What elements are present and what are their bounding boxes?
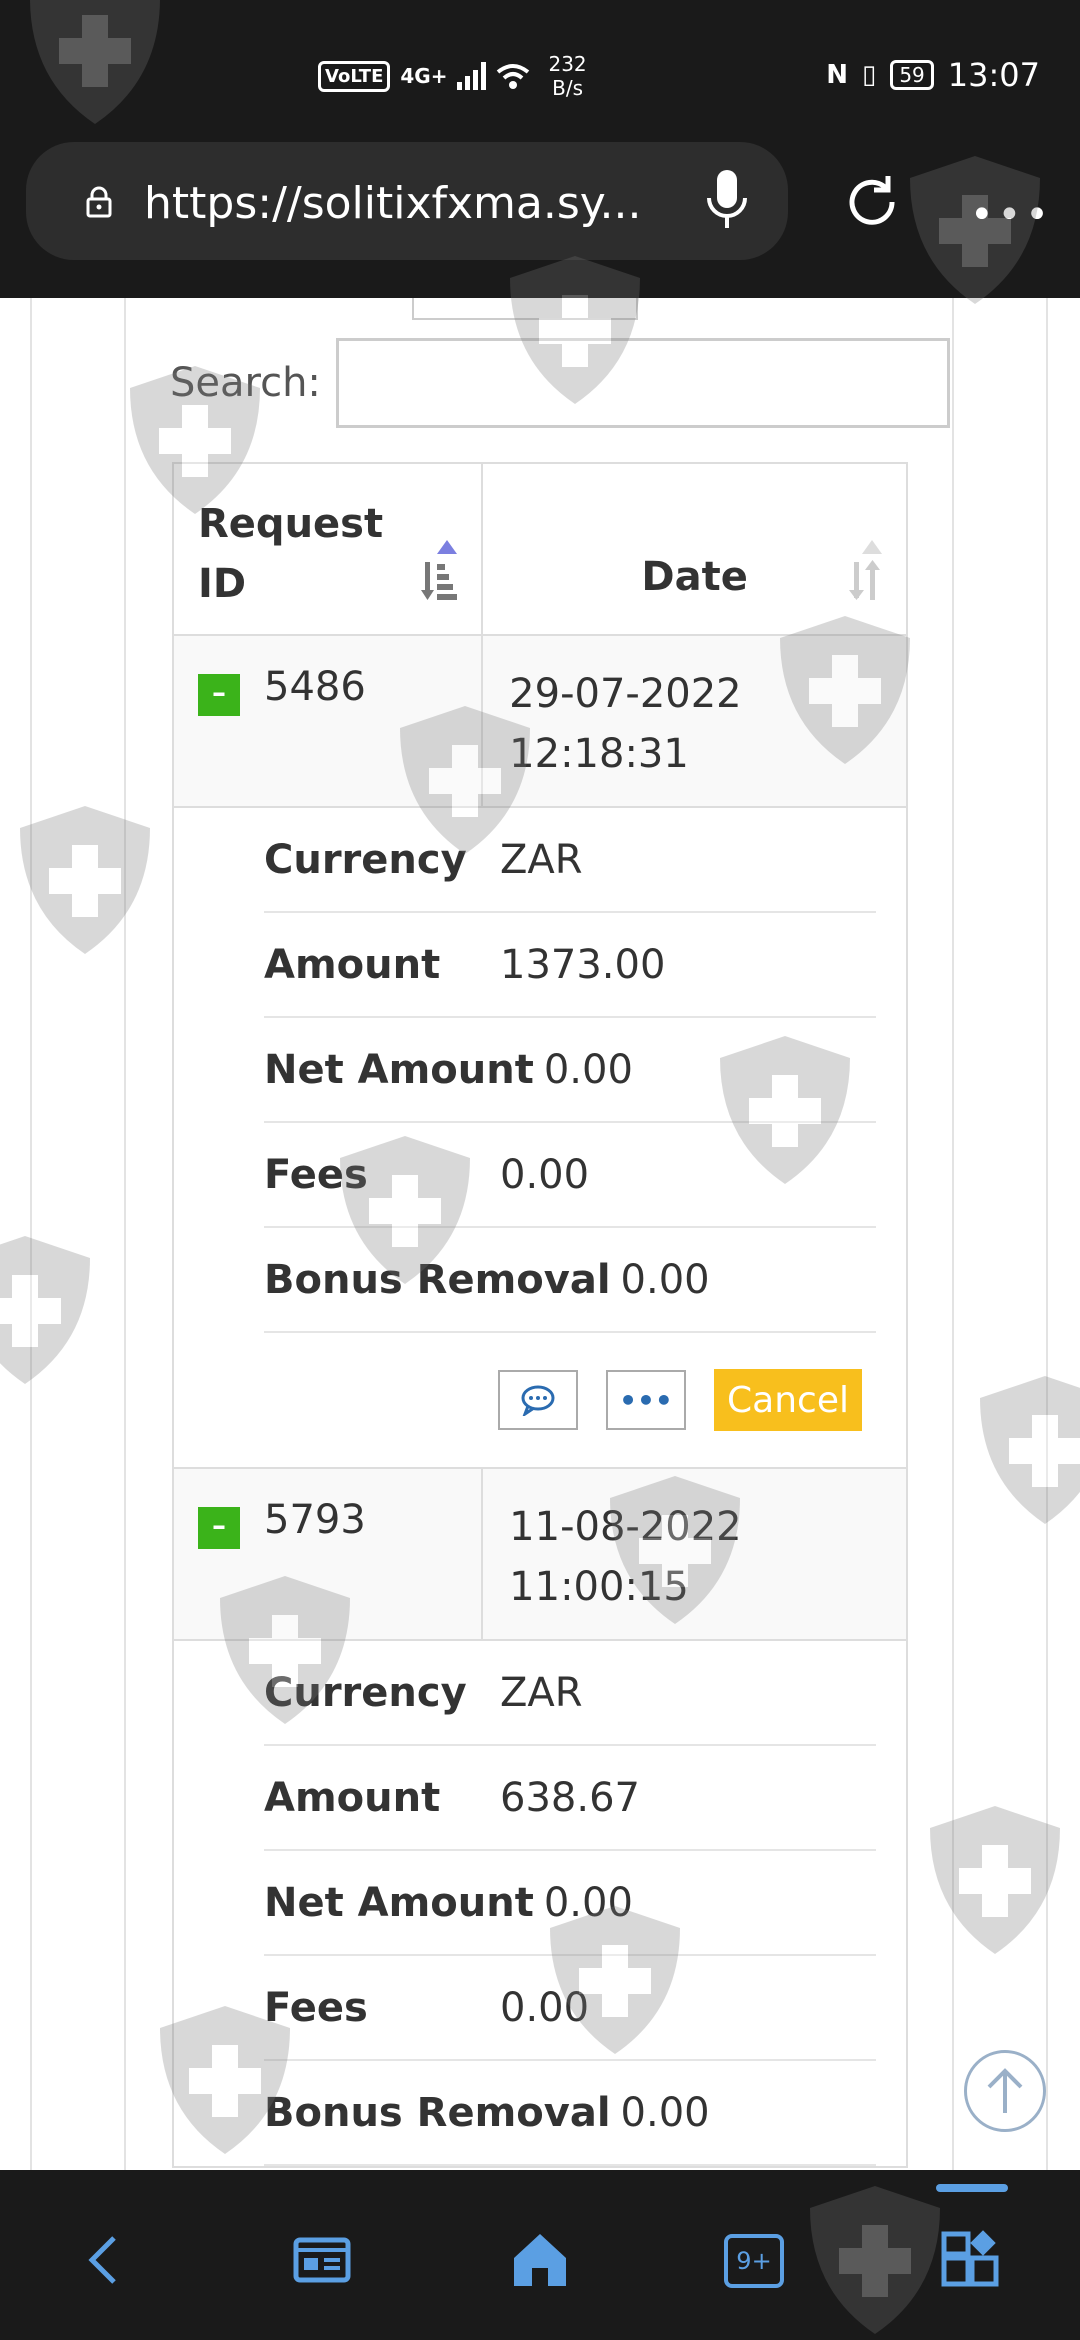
request-time: 12:18:31 [509,731,689,777]
collapse-row-button[interactable]: – [198,1507,240,1549]
page-content: Search: Request ID Date – 5486 29-07-202… [0,298,1080,2170]
reload-icon[interactable] [840,170,904,234]
detail-amount: Amount 1373.00 [264,913,876,1018]
detail-value: 0.00 [500,1151,590,1198]
status-left: VoLTE 4G+ 232 B/s [318,52,587,100]
detail-amount: Amount 638.67 [264,1746,876,1851]
nav-indicator [936,2184,1008,2192]
request-id: 5793 [264,1497,366,1543]
cancel-request-button[interactable]: Cancel [714,1369,862,1431]
column-header-date[interactable]: Date [483,464,906,634]
url-text[interactable]: https://solitixfxma.sy... [144,178,674,229]
sort-both-icon [849,540,882,600]
request-id: 5486 [264,664,366,710]
home-icon[interactable] [508,2228,572,2292]
detail-bonus-removal: Bonus Removal 0.00 [264,2061,876,2166]
detail-value: 0.00 [620,1256,710,1303]
request-date: 29-07-2022 [509,671,742,717]
comment-button[interactable] [498,1370,578,1430]
detail-value: 0.00 [543,1046,633,1093]
request-id-cell: – 5486 [174,636,484,806]
detail-label: Currency [264,836,467,883]
detail-value: 1373.00 [500,941,666,988]
detail-value: 0.00 [543,1879,633,1926]
sort-asc-icon [421,540,458,600]
detail-label: Currency [264,1669,467,1716]
detail-label: Amount [264,1774,441,1821]
network-type: 4G+ [400,64,448,88]
detail-label: Net Amount [264,1879,534,1926]
date-cell: 29-07-2022 12:18:31 [483,636,906,806]
search-input[interactable] [336,338,950,428]
detail-label: Fees [264,1151,368,1198]
detail-net-amount: Net Amount 0.00 [264,1018,876,1123]
more-actions-button[interactable]: ••• [606,1370,686,1430]
detail-net-amount: Net Amount 0.00 [264,1851,876,1956]
detail-currency: Currency ZAR [264,808,876,913]
detail-label: Bonus Removal [264,2089,611,2136]
battery-indicator: 59 [890,60,934,90]
detail-value: 638.67 [500,1774,640,1821]
detail-bonus-removal: Bonus Removal 0.00 [264,1228,876,1333]
detail-label: Bonus Removal [264,1256,611,1303]
mic-icon[interactable] [702,166,752,236]
browser-toolbar: https://solitixfxma.sy... ••• [0,140,1080,298]
table-row[interactable]: – 5486 29-07-2022 12:18:31 [174,636,906,808]
request-id-cell: – 5793 [174,1469,484,1639]
status-bar: VoLTE 4G+ 232 B/s N ▯ 59 13:07 [0,0,1080,140]
date-header-label: Date [641,554,748,600]
requests-table: Request ID Date – 5486 29-07-2022 12:18:… [172,462,908,2168]
speed-value: 232 [548,52,587,76]
wifi-icon [497,64,530,89]
nfc-icon: N [826,60,849,90]
request-time: 11:00:15 [509,1564,689,1610]
volte-indicator: VoLTE [318,60,391,92]
lock-icon [86,186,112,218]
container-border-right [952,298,954,2170]
page-length-select[interactable] [412,298,638,320]
detail-fees: Fees 0.00 [264,1956,876,2061]
detail-value: 0.00 [620,2089,710,2136]
container-border-left [124,298,126,2170]
news-icon[interactable] [290,2228,354,2292]
detail-label: Fees [264,1984,368,2031]
more-icon[interactable]: ••• [970,192,1053,238]
clock: 13:07 [947,56,1040,94]
tabs-icon[interactable]: 9+ [724,2234,784,2288]
detail-currency: Currency ZAR [264,1641,876,1746]
apps-icon[interactable] [938,2228,1002,2292]
speed-unit: B/s [552,76,584,100]
bottom-navigation: 9+ [0,2170,1080,2340]
table-header: Request ID Date [174,464,906,636]
status-right: N ▯ 59 13:07 [826,56,1040,94]
page-border-left [30,298,32,2170]
column-header-request-id[interactable]: Request ID [174,464,484,634]
detail-value: ZAR [500,1669,583,1716]
row-actions: ••• Cancel [264,1333,876,1467]
collapse-row-button[interactable]: – [198,674,240,716]
detail-label: Net Amount [264,1046,534,1093]
request-date: 11-08-2022 [509,1504,742,1550]
scroll-to-top-button[interactable] [964,2050,1046,2132]
page-border-right [1046,298,1048,2170]
scroll-top-icon [987,2068,1023,2113]
comment-icon [521,1385,555,1416]
detail-label: Amount [264,941,441,988]
table-row[interactable]: – 5793 11-08-2022 11:00:15 [174,1469,906,1641]
search-label: Search: [170,360,321,406]
detail-value: 0.00 [500,1984,590,2031]
row-details: Currency ZAR Amount 638.67 Net Amount 0.… [174,1641,906,2168]
back-icon[interactable] [74,2228,138,2292]
address-bar[interactable]: https://solitixfxma.sy... [26,142,788,260]
row-details: Currency ZAR Amount 1373.00 Net Amount 0… [174,808,906,1469]
signal-icon [457,62,487,90]
date-cell: 11-08-2022 11:00:15 [483,1469,906,1639]
detail-fees: Fees 0.00 [264,1123,876,1228]
network-speed: 232 B/s [548,52,586,100]
vibrate-icon: ▯ [862,60,877,90]
detail-value: ZAR [500,836,583,883]
